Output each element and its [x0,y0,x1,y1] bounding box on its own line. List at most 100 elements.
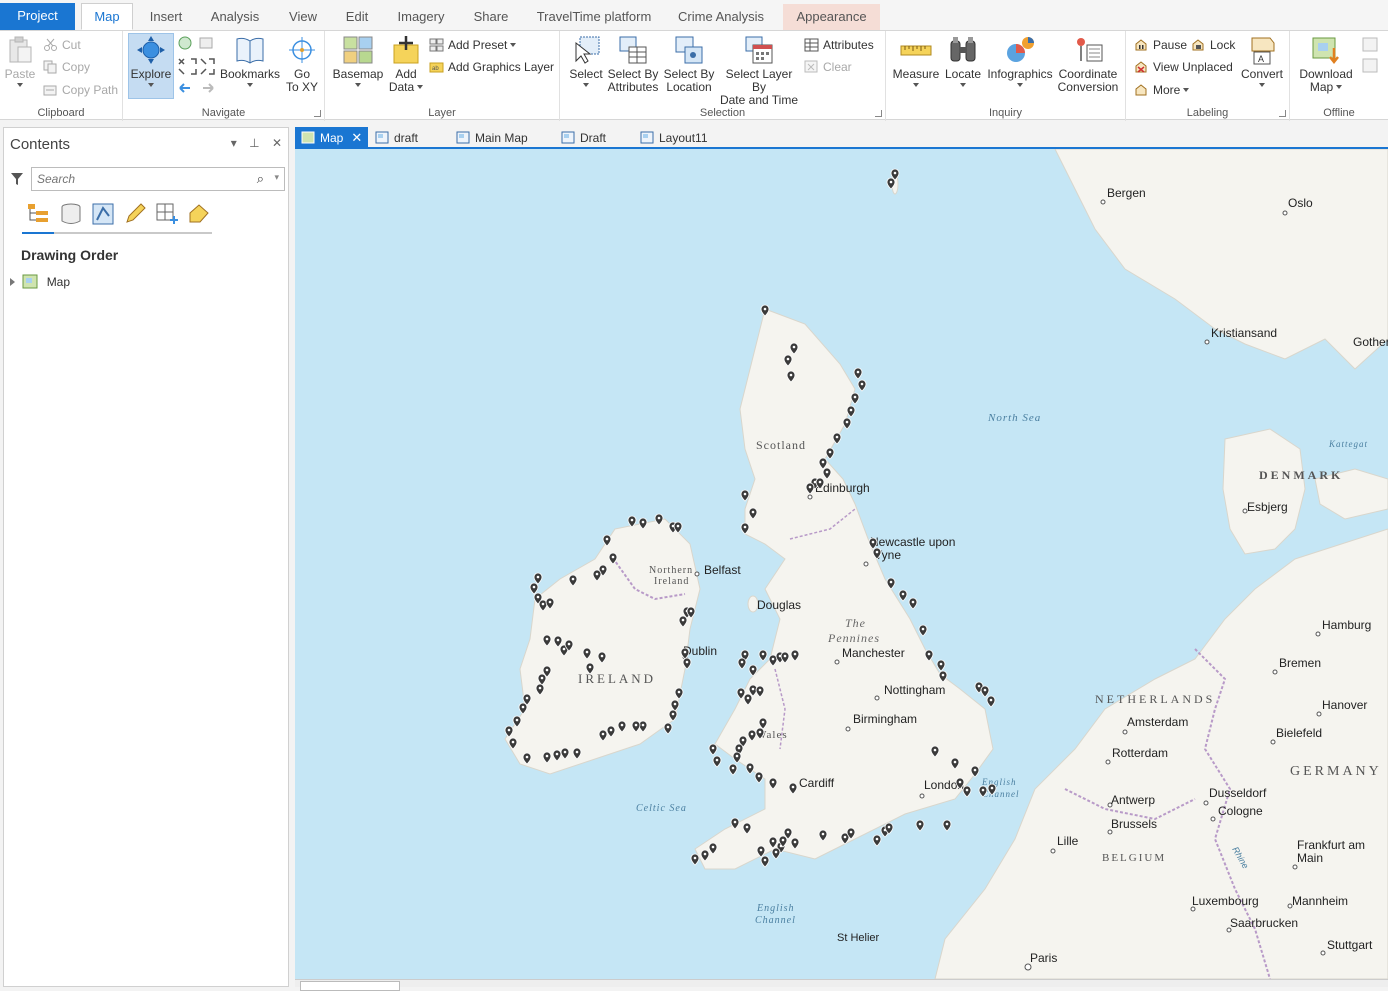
add-data-button[interactable]: Add Data [387,33,425,94]
tab-edit[interactable]: Edit [337,4,377,30]
map-marker-dot [532,585,536,589]
pause-labeling-button[interactable]: Pause [1134,35,1187,55]
city-belfast: Belfast [704,563,741,577]
more-labeling-button[interactable]: More [1134,80,1190,100]
view-tab-layout11[interactable]: Layout11 [640,127,708,149]
city-mannheim: Mannheim [1292,894,1348,908]
close-tab-icon[interactable]: ✕ [351,130,362,145]
pane-options-icon[interactable]: ▾ [231,136,237,150]
city-frankfurt-2: Main [1297,851,1323,865]
infographics-button[interactable]: Infographics [985,33,1055,87]
tab-appearance[interactable]: Appearance [783,4,880,30]
pin-icon[interactable]: ⊥ [249,136,259,150]
map-marker-dot [835,435,839,439]
list-by-source-icon[interactable] [59,202,83,226]
lock-labeling-button[interactable]: Lock [1191,35,1235,55]
attributes-button[interactable]: Attributes [804,35,874,55]
contents-search-input[interactable] [32,168,242,190]
view-tab-map[interactable]: Map ✕ [295,127,369,149]
measure-button[interactable]: Measure [891,33,941,87]
map-view[interactable]: Scotland Northern Ireland IRELAND Wales … [295,149,1388,979]
list-by-snapping-icon[interactable] [155,202,179,226]
copy-path-button[interactable]: Copy Path [43,80,118,100]
ribbon: Paste Cut Copy Copy Path Clipboard Explo… [0,30,1388,121]
map-marker-dot [860,382,864,386]
tab-crime-analysis[interactable]: Crime Analysis [671,4,771,30]
tab-insert[interactable]: Insert [140,4,192,30]
search-options-icon[interactable]: ▾ [274,172,279,183]
tab-traveltime-platform[interactable]: TravelTime platform [530,4,658,30]
view-tab-draft[interactable]: Draft [561,127,606,149]
view-tab-draft-layout[interactable]: draft [375,127,418,149]
map-marker-dot [786,830,790,834]
map-icon [22,274,38,289]
coordinate-conversion-button[interactable]: Coordinate Conversion [1056,33,1120,94]
download-map-button[interactable]: Download Map [1296,33,1356,94]
city-esbjerg: Esbjerg [1247,500,1288,514]
select-by-attributes-button[interactable]: Select By Attributes [607,33,659,94]
close-pane-icon[interactable]: ✕ [272,136,282,150]
select-layer-by-date-time-button[interactable]: Select Layer By Date and Time [717,33,801,107]
map-marker-dot [745,825,749,829]
list-by-drawing-order-icon[interactable] [26,202,50,226]
city-bremen: Bremen [1279,656,1321,670]
city-amsterdam: Amsterdam [1127,715,1188,729]
tree-item-map[interactable]: Map [10,273,70,291]
map-marker-dot [740,660,744,664]
tab-analysis[interactable]: Analysis [203,4,267,30]
selection-launcher[interactable] [875,110,882,117]
map-marker-dot [677,690,681,694]
map-marker-dot [595,572,599,576]
paste-button[interactable]: Paste [2,33,38,87]
map-marker-dot [567,642,571,646]
copy-button[interactable]: Copy [43,57,90,77]
city-saarbrucken: Saarbrucken [1230,916,1298,930]
labeling-launcher[interactable] [1279,110,1286,117]
convert-labels-button[interactable]: A Convert [1240,33,1284,87]
map-marker-dot [771,780,775,784]
tab-imagery[interactable]: Imagery [390,4,452,30]
map-marker-dot [541,602,545,606]
map-marker-dot [853,395,857,399]
bookmarks-button[interactable]: Bookmarks [219,33,281,87]
map-marker-dot [689,609,693,613]
add-preset-button[interactable]: Add Preset [429,35,517,55]
basemap-button[interactable]: Basemap [332,33,384,87]
filter-icon[interactable] [10,172,24,186]
scale-field[interactable] [300,981,400,991]
navigate-launcher[interactable] [314,110,321,117]
city-newcastle-1: Newcastle upon [870,535,955,549]
map-marker-dot [605,537,609,541]
map-marker-dot [666,725,670,729]
expand-icon[interactable] [10,278,15,286]
explore-button[interactable]: Explore [128,33,174,87]
map-marker-dot [763,858,767,862]
map-marker-dot [921,627,925,631]
select-button[interactable]: Select [566,33,606,87]
add-graphics-layer-button[interactable]: ab Add Graphics Layer [429,57,554,77]
label-northern: Northern [649,565,693,576]
tab-map[interactable]: Map [81,3,133,30]
list-by-selection-icon[interactable] [91,202,115,226]
clear-selection-button[interactable]: Clear [804,57,852,77]
cut-button[interactable]: Cut [43,35,81,55]
list-by-editing-icon[interactable] [123,202,147,226]
view-tab-main-map[interactable]: Main Map [456,127,528,149]
tab-share[interactable]: Share [466,4,516,30]
add-data-icon [393,36,419,64]
search-icon[interactable]: ⌕ [257,171,264,187]
tab-project[interactable]: Project [0,3,75,30]
contents-pane: Contents ▾ ⊥ ✕ ⌕ ▾ Drawing Order Map [3,127,289,987]
city-rotterdam: Rotterdam [1112,746,1168,760]
select-by-location-button[interactable]: Select By Location [663,33,715,94]
map-marker-dot [711,845,715,849]
locate-button[interactable]: Locate [942,33,984,87]
map-canvas[interactable]: Scotland Northern Ireland IRELAND Wales … [295,149,1388,979]
tab-view[interactable]: View [282,4,324,30]
view-unplaced-button[interactable]: View Unplaced [1134,57,1233,77]
layout-icon [456,131,470,144]
city-gother: Gother [1353,335,1388,349]
list-by-labeling-icon[interactable] [187,202,211,226]
go-to-xy-button[interactable]: Go To XY [283,33,321,94]
map-marker-dot [981,788,985,792]
